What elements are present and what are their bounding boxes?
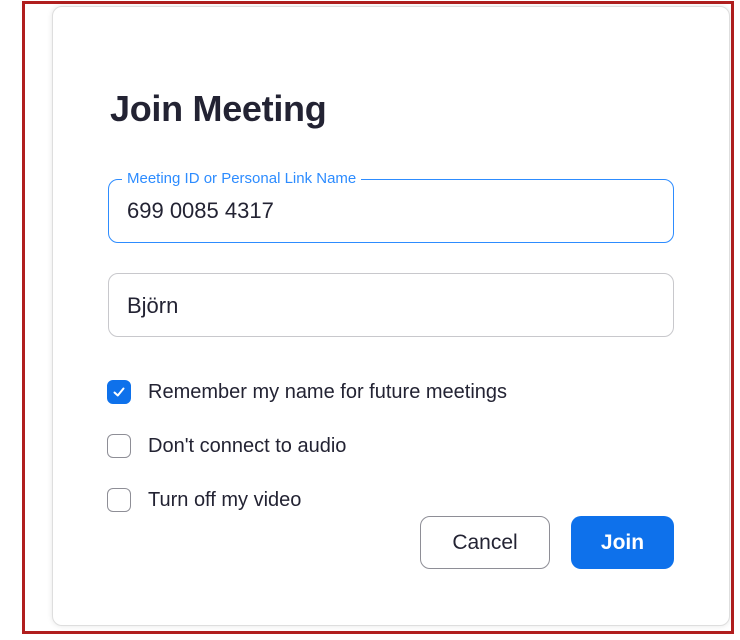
video-off-checkbox[interactable] (107, 488, 131, 512)
video-off-option[interactable]: Turn off my video (107, 486, 301, 514)
remember-name-checkbox[interactable] (107, 380, 131, 404)
meeting-id-label: Meeting ID or Personal Link Name (122, 171, 362, 187)
cancel-button[interactable]: Cancel (420, 516, 550, 569)
display-name-input[interactable]: Björn (108, 273, 674, 337)
checkmark-icon (113, 387, 125, 397)
no-audio-label: Don't connect to audio (148, 434, 347, 457)
remember-name-label: Remember my name for future meetings (148, 380, 508, 403)
remember-name-option[interactable]: Remember my name for future meetings (107, 378, 507, 406)
join-button[interactable]: Join (571, 516, 674, 569)
meeting-id-input[interactable]: 699 0085 4317 (108, 179, 674, 243)
meeting-id-value: 699 0085 4317 (127, 198, 274, 223)
no-audio-option[interactable]: Don't connect to audio (107, 432, 346, 460)
dialog-title: Join Meeting (110, 88, 327, 129)
video-off-label: Turn off my video (148, 488, 302, 511)
display-name-value: Björn (127, 293, 179, 318)
no-audio-checkbox[interactable] (107, 434, 131, 458)
